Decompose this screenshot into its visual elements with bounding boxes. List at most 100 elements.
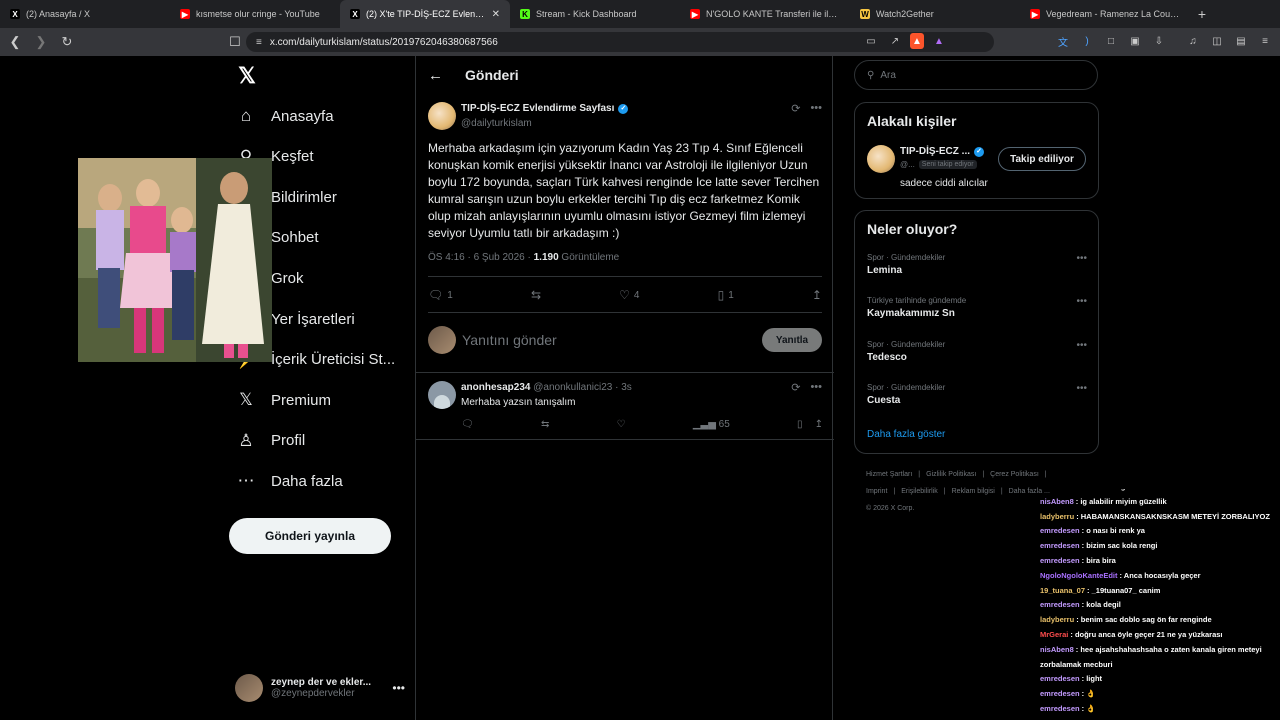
reply-tweet[interactable]: anonhesap234 @anonkullanici23 · 3s Merha… bbox=[416, 372, 834, 440]
bookmark-icon[interactable]: ▯ bbox=[797, 419, 803, 430]
related-name[interactable]: TIP-DİŞ-ECZ ... ✓ bbox=[900, 146, 984, 157]
grok-explain-icon[interactable]: ⟳ bbox=[791, 381, 800, 394]
browser-tab[interactable]: ▶ Vegedream - Ramenez La Coupe A L bbox=[1020, 0, 1190, 28]
trend-item[interactable]: Spor · Gündemdekiler Cuesta ••• bbox=[867, 383, 1087, 413]
menu-icon[interactable]: ≡ bbox=[1256, 32, 1274, 50]
share-icon[interactable]: ↥ bbox=[815, 419, 823, 430]
sidebar-icon[interactable]: ◫ bbox=[1208, 32, 1226, 50]
chat-text: : bira bira bbox=[1081, 555, 1116, 565]
nav-item-more-circle[interactable]: ⋯ Daha fazla bbox=[235, 465, 343, 497]
browser-tab[interactable]: K Stream - Kick Dashboard bbox=[510, 0, 680, 28]
more-icon[interactable]: ••• bbox=[1076, 383, 1087, 394]
site-settings-icon[interactable]: ≡ bbox=[256, 37, 262, 48]
browser-tab[interactable]: X (2) Anasayfa / X bbox=[0, 0, 170, 28]
chat-username[interactable]: emredesen bbox=[1040, 704, 1080, 713]
reply-input[interactable]: Yanıtını gönder bbox=[462, 332, 557, 348]
repost-icon[interactable]: ⇆ bbox=[541, 419, 549, 430]
reply-submit-button[interactable]: Yanıtla bbox=[762, 328, 822, 352]
tweet-author-name[interactable]: TIP-DİŞ-ECZ Evlendirme Sayfası ✓ bbox=[461, 103, 629, 114]
tweet-time[interactable]: ÖS 4:16 · 6 Şub 2026 · bbox=[428, 252, 534, 263]
chat-username[interactable]: emredesen bbox=[1040, 556, 1080, 565]
tweet-author-handle[interactable]: @dailyturkislam bbox=[461, 118, 532, 129]
avatar[interactable] bbox=[428, 102, 456, 130]
chat-username[interactable]: emredesen bbox=[1040, 674, 1080, 683]
chat-username[interactable]: ladyberru bbox=[1040, 615, 1074, 624]
footer-link[interactable]: Imprint bbox=[866, 488, 887, 495]
post-button[interactable]: Gönderi yayınla bbox=[229, 518, 391, 554]
back-arrow-icon[interactable]: ← bbox=[428, 67, 443, 84]
chat-username[interactable]: emredesen bbox=[1040, 689, 1080, 698]
bookmark-page-icon[interactable]: ☐ bbox=[224, 31, 246, 53]
trend-item[interactable]: Türkiye tarihinde gündemde Kaymakamımız S… bbox=[867, 296, 1087, 326]
nav-item-profile[interactable]: ♙ Profil bbox=[235, 425, 305, 457]
downloads-icon[interactable]: ⇩ bbox=[1150, 32, 1168, 50]
browser-tab[interactable]: ▶ N'GOLO KANTE Transferi ile ilgili güz bbox=[680, 0, 850, 28]
nav-item-x-premium[interactable]: 𝕏 Premium bbox=[235, 384, 331, 416]
extension-icon-1[interactable]: ) bbox=[1078, 32, 1096, 50]
chat-username[interactable]: MrGerai bbox=[1040, 630, 1068, 639]
extension-icon-2[interactable]: □ bbox=[1102, 32, 1120, 50]
chat-username[interactable]: nisAben8 bbox=[1040, 645, 1074, 654]
trend-item[interactable]: Spor · Gündemdekiler Tedesco ••• bbox=[867, 340, 1087, 370]
nav-item-label: İçerik Üreticisi St... bbox=[271, 351, 396, 369]
footer-link[interactable]: Erişilebilirlik bbox=[901, 488, 938, 495]
views-button[interactable]: ▁▃▅ 65 bbox=[693, 419, 730, 430]
browser-tab[interactable]: ▶ kısmetse olur cringe - YouTube bbox=[170, 0, 340, 28]
share-icon[interactable]: ↗ bbox=[886, 32, 904, 50]
brave-shield-icon[interactable]: ▲ bbox=[910, 33, 924, 49]
footer-link[interactable]: Çerez Politikası bbox=[990, 471, 1039, 478]
trend-item[interactable]: Spor · Gündemdekiler Lemina ••• bbox=[867, 253, 1087, 283]
footer-link[interactable]: Reklam bilgisi bbox=[952, 488, 995, 495]
reload-icon[interactable]: ↻ bbox=[56, 31, 78, 53]
brave-rewards-icon[interactable]: ▲ bbox=[930, 32, 948, 50]
more-icon[interactable]: ••• bbox=[810, 102, 822, 115]
chat-username[interactable]: ladyberru bbox=[1040, 512, 1074, 521]
chat-username[interactable]: emredesen bbox=[1040, 600, 1080, 609]
new-tab-icon[interactable]: + bbox=[1190, 6, 1214, 22]
tweet-views-count: 1.190 bbox=[533, 252, 559, 263]
close-tab-icon[interactable]: ✕ bbox=[492, 9, 500, 20]
repost-button[interactable]: ⇆ bbox=[531, 286, 541, 304]
more-icon[interactable]: ••• bbox=[1076, 296, 1087, 307]
trend-name: Cuesta bbox=[867, 394, 901, 406]
show-more-link[interactable]: Daha fazla göster bbox=[867, 429, 945, 440]
more-icon[interactable]: ••• bbox=[810, 381, 822, 394]
reply-icon[interactable]: 🗨 bbox=[461, 419, 474, 430]
more-icon[interactable]: ••• bbox=[392, 681, 405, 695]
default-avatar-icon[interactable] bbox=[428, 381, 456, 409]
more-icon[interactable]: ••• bbox=[1076, 253, 1087, 264]
browser-tab[interactable]: X (2) X'te TIP-DİŞ-ECZ Evlendirme ✕ bbox=[340, 0, 510, 28]
cast-icon[interactable]: ▭ bbox=[862, 32, 880, 50]
bookmark-button[interactable]: ▯ 1 bbox=[718, 286, 734, 304]
reply-author[interactable]: anonhesap234 @anonkullanici23 · 3s bbox=[461, 382, 632, 393]
avatar[interactable] bbox=[867, 145, 895, 173]
translate-icon[interactable]: 文 bbox=[1054, 32, 1072, 50]
back-icon[interactable]: ❮ bbox=[4, 31, 26, 53]
nav-item-home[interactable]: ⌂ Anasayfa bbox=[235, 100, 334, 132]
more-icon[interactable]: ••• bbox=[1076, 340, 1087, 351]
chat-username[interactable]: nisAben8 bbox=[1040, 497, 1074, 506]
forward-icon[interactable]: ❯ bbox=[30, 31, 52, 53]
extensions-icon[interactable]: ▣ bbox=[1126, 32, 1144, 50]
following-button[interactable]: Takip ediliyor bbox=[998, 147, 1086, 171]
footer-link[interactable]: Gizlilik Politikası bbox=[926, 471, 976, 478]
chat-username[interactable]: emredesen bbox=[1040, 526, 1080, 535]
share-button[interactable]: ↥ bbox=[812, 286, 822, 304]
search-input[interactable]: ⚲ Ara bbox=[854, 60, 1098, 90]
chat-username[interactable]: nisAben8 bbox=[1040, 489, 1074, 491]
heart-icon[interactable]: ♡ bbox=[617, 419, 626, 430]
reply-button[interactable]: 🗨 1 bbox=[428, 286, 453, 304]
grok-explain-icon[interactable]: ⟳ bbox=[791, 102, 800, 115]
chat-username[interactable]: NgoloNgoloKanteEdit bbox=[1040, 571, 1118, 580]
x-logo-icon[interactable]: 𝕏 bbox=[235, 64, 259, 88]
media-icon[interactable]: ♫ bbox=[1184, 32, 1202, 50]
divider bbox=[428, 312, 822, 313]
footer-link[interactable]: Hizmet Şartları bbox=[866, 471, 912, 478]
browser-tab[interactable]: W Watch2Gether bbox=[850, 0, 1020, 28]
watch2gether-favicon-icon: W bbox=[860, 9, 870, 19]
chat-username[interactable]: 19_tuana_07 bbox=[1040, 586, 1085, 595]
wallet-icon[interactable]: ▤ bbox=[1232, 32, 1250, 50]
like-button[interactable]: ♡ 4 bbox=[619, 286, 639, 304]
account-switcher[interactable]: zeynep der ve ekler... @zeynepdervekler … bbox=[235, 670, 405, 706]
chat-username[interactable]: emredesen bbox=[1040, 541, 1080, 550]
